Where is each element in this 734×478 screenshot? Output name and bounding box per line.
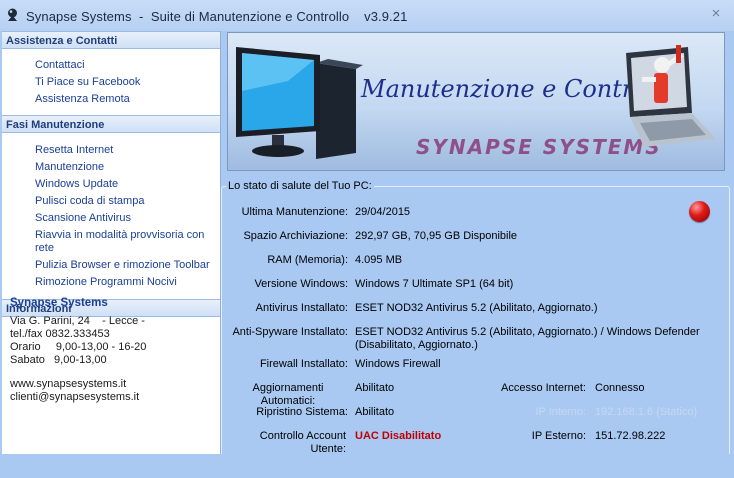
- value-ultima-manutenzione: 29/04/2015: [355, 206, 411, 218]
- company-hours: Orario 9,00-13,00 - 16-20: [10, 341, 147, 353]
- company-saturday-hours: Sabato 9,00-13,00: [10, 354, 107, 366]
- window-title: Synapse Systems - Suite di Manutenzione …: [26, 9, 408, 24]
- section-header-fasi: Fasi Manutenzione: [2, 115, 220, 133]
- link-riavvia-provvisoria[interactable]: Riavvia in modalità provvisoria con rete: [35, 229, 215, 255]
- label-ram: RAM (Memoria):: [267, 254, 348, 266]
- fasi-menu: Resetta Internet Manutenzione Windows Up…: [35, 144, 215, 293]
- link-assistenza-remota[interactable]: Assistenza Remota: [35, 93, 215, 106]
- company-name: Synapse Systems: [10, 297, 108, 309]
- header-banner: Manutenzione e Controllo SYNAPSE SYSTEMS: [227, 32, 725, 171]
- link-contattaci[interactable]: Contattaci: [35, 59, 215, 72]
- status-legend: Lo stato di salute del Tuo PC:: [226, 180, 374, 192]
- section-header-assistenza: Assistenza e Contatti: [2, 31, 220, 49]
- company-email: clienti@synapsesystems.it: [10, 391, 140, 403]
- company-address: Via G. Parini, 24 - Lecce -: [10, 315, 145, 327]
- link-windows-update[interactable]: Windows Update: [35, 178, 215, 191]
- link-scansione-antivirus[interactable]: Scansione Antivirus: [35, 212, 215, 225]
- company-info: Synapse Systems Via G. Parini, 24 - Lecc…: [10, 297, 215, 404]
- label-antispyware: Anti-Spyware Installato:: [232, 326, 348, 338]
- link-rimozione-programmi[interactable]: Rimozione Programmi Nocivi: [35, 276, 215, 289]
- label-ip-esterno: IP Esterno:: [531, 430, 586, 442]
- label-spazio-archiviazione: Spazio Archiviazione:: [243, 230, 348, 242]
- value-ip-esterno: 151.72.98.222: [595, 430, 666, 442]
- link-pulisci-coda-stampa[interactable]: Pulisci coda di stampa: [35, 195, 215, 208]
- status-indicator-light: [689, 201, 710, 222]
- value-uac: UAC Disabilitato: [355, 430, 442, 442]
- monitor-illustration: [236, 47, 363, 159]
- company-website: www.synapsesystems.it: [10, 378, 127, 390]
- label-versione-windows: Versione Windows:: [254, 278, 348, 290]
- window-bottom-edge: [0, 454, 734, 478]
- label-ripristino-sistema: Ripristino Sistema:: [256, 406, 348, 418]
- label-controllo-account-line1: Controllo Account: [259, 430, 346, 442]
- value-antivirus: ESET NOD32 Antivirus 5.2 (Abilitato, Agg…: [355, 302, 598, 314]
- value-antispyware-line2: (Disabilitato, Aggiornato.): [355, 339, 478, 351]
- title-bar: Synapse Systems - Suite di Manutenzione …: [0, 0, 734, 31]
- value-ip-interno: 192.168.1.6 (Statico): [595, 406, 698, 418]
- label-aggiornamenti-line1: Aggiornamenti: [252, 382, 324, 394]
- value-versione-windows: Windows 7 Ultimate SP1 (64 bit): [355, 278, 514, 290]
- value-firewall: Windows Firewall: [355, 358, 441, 370]
- value-aggiornamenti: Abilitato: [355, 382, 395, 394]
- label-accesso-internet: Accesso Internet:: [501, 382, 586, 394]
- link-manutenzione[interactable]: Manutenzione: [35, 161, 215, 174]
- link-resetta-internet[interactable]: Resetta Internet: [35, 144, 215, 157]
- label-ultima-manutenzione: Ultima Manutenzione:: [241, 206, 348, 218]
- app-logo-icon: [8, 8, 17, 21]
- value-spazio-archiviazione: 292,97 GB, 70,95 GB Disponibile: [355, 230, 518, 242]
- label-firewall: Firewall Installato:: [259, 358, 348, 370]
- value-antispyware-line1: ESET NOD32 Antivirus 5.2 (Abilitato, Agg…: [355, 326, 700, 338]
- assistenza-menu: Contattaci Ti Piace su Facebook Assisten…: [35, 59, 215, 110]
- laptop-mascot-illustration: [626, 45, 716, 147]
- company-phone: tel./fax 0832.333453: [10, 328, 110, 340]
- link-facebook[interactable]: Ti Piace su Facebook: [35, 76, 215, 89]
- label-ip-interno: IP Interno:: [535, 406, 586, 418]
- value-ram: 4.095 MB: [355, 254, 403, 266]
- link-pulizia-browser[interactable]: Pulizia Browser e rimozione Toolbar: [35, 259, 215, 272]
- value-ripristino-sistema: Abilitato: [355, 406, 395, 418]
- value-accesso-internet: Connesso: [595, 382, 645, 394]
- close-button[interactable]: ×: [708, 5, 724, 23]
- close-icon: ×: [711, 5, 721, 22]
- label-antivirus: Antivirus Installato:: [255, 302, 348, 314]
